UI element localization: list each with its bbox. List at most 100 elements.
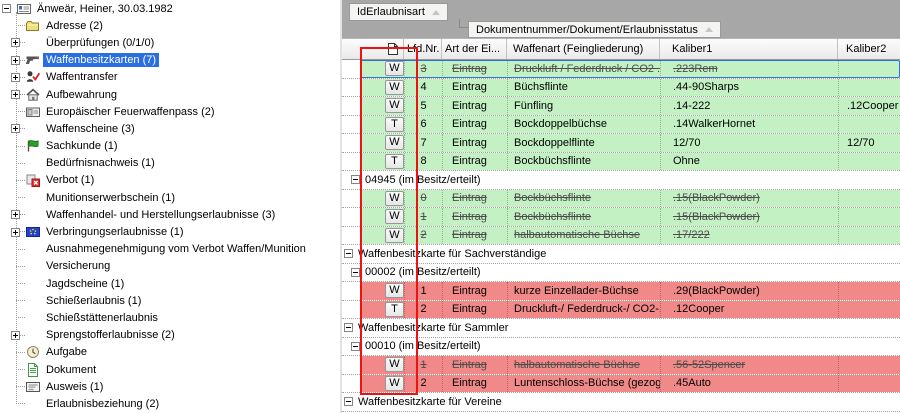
expander-plus-icon[interactable] (11, 90, 20, 99)
row-strip[interactable]: T6EintragBockdoppelbüchse.14WalkerHornet (360, 116, 900, 134)
column-header-lfdnr[interactable]: Lfd.Nr. (404, 39, 442, 59)
tree-item-label[interactable]: Adresse (2) (43, 19, 106, 33)
kaliber1-cell-text: .17/222 (673, 229, 710, 241)
weapon-type-w-button[interactable]: W (385, 135, 404, 150)
weapon-type-w-button[interactable]: W (385, 209, 404, 224)
group-box-dokumentnummer[interactable]: Dokumentnummer/Dokument/Erlaubnisstatus (468, 21, 721, 38)
table-row: T2EintragDruckluft-/ Federdruck-/ CO2-..… (342, 301, 900, 320)
row-strip[interactable]: W3EintragDruckluft / Federdruck / CO2 ..… (360, 60, 900, 78)
tree-item-label[interactable]: Waffenscheine (3) (43, 122, 138, 136)
art-cell: Eintrag (442, 190, 507, 208)
art-cell: Eintrag (442, 356, 507, 374)
weapon-type-t-button[interactable]: T (385, 302, 404, 317)
weapon-type-w-button[interactable]: W (385, 283, 404, 298)
row-strip[interactable]: W2Eintraghalbautomatische Büchse.17/222 (360, 227, 900, 245)
waffenart-cell-text: Druckluft-/ Federdruck-/ CO2-... (514, 303, 660, 315)
record-type-cell: T (360, 153, 404, 171)
kaliber1-cell: .14WalkerHornet (660, 116, 838, 134)
weapon-type-t-button[interactable]: T (385, 117, 404, 132)
expander-plus-icon[interactable] (11, 228, 20, 237)
expander-minus-icon[interactable] (351, 342, 360, 351)
expander-plus-icon[interactable] (11, 56, 20, 65)
row-strip[interactable]: W4EintragBüchsflinte.44-90Sharps (360, 79, 900, 97)
group-row[interactable]: Waffenbesitzkarte für Sachverständige (342, 245, 900, 264)
row-strip[interactable]: T8EintragBockbüchsflinteOhne (360, 153, 900, 171)
expander-slot (11, 210, 22, 219)
tree-item-label[interactable]: Aufgabe (43, 345, 90, 359)
tree-item-label[interactable]: Waffenhandel- und Herstellungserlaubniss… (43, 208, 278, 222)
lfdnr-cell-text: 7 (420, 137, 426, 149)
waffenart-cell-text: halbautomatische Büchse (514, 229, 640, 241)
row-strip[interactable]: W7EintragBockdoppelflinte12/7012/70 (360, 134, 900, 152)
weapon-type-w-button[interactable]: W (385, 191, 404, 206)
tree-item-label[interactable]: Verbot (1) (43, 173, 97, 187)
row-strip[interactable]: W1EintragBockbüchsflinte.15(BlackPowder) (360, 208, 900, 226)
expander-minus-icon[interactable] (344, 323, 353, 332)
weapon-type-w-button[interactable]: W (385, 61, 404, 76)
tree-item: Schießstättenerlaubnis (0, 309, 340, 326)
group-row[interactable]: 00010 (im Besitz/erteilt) (342, 338, 900, 357)
column-header-art[interactable]: Art der Ei... (442, 39, 507, 59)
record-type-cell: T (360, 301, 404, 319)
kaliber2-cell (838, 301, 900, 319)
row-strip[interactable]: W2EintragLuntenschloss-Büchse (gezog....… (360, 375, 900, 393)
expander-plus-icon[interactable] (11, 38, 20, 47)
group-row[interactable]: Waffenbesitzkarte für Sammler (342, 319, 900, 338)
tree-item-label[interactable]: Sachkunde (1) (43, 139, 121, 153)
expander-minus-icon[interactable] (351, 268, 360, 277)
lfdnr-cell-text: 2 (420, 303, 426, 315)
weapon-type-w-button[interactable]: W (385, 228, 404, 243)
tree-item-label[interactable]: Bedürfnisnachweis (1) (43, 156, 158, 170)
weapon-type-w-button[interactable]: W (385, 98, 404, 113)
row-strip[interactable]: W1Eintragkurze Einzellader-Büchse.29(Bla… (360, 282, 900, 300)
row-strip[interactable]: W5EintragFünfling.14-222.12Cooper (360, 97, 900, 115)
expander-minus-icon[interactable] (344, 249, 353, 258)
expander-minus-icon[interactable] (351, 175, 360, 184)
waffenart-cell: Druckluft-/ Federdruck-/ CO2-... (507, 301, 660, 319)
tree-item-label[interactable]: Überprüfungen (0/1/0) (43, 36, 157, 50)
expander-minus-icon[interactable] (344, 397, 353, 406)
tree-item-label[interactable]: Munitionserwerbschein (1) (43, 191, 178, 205)
tree-item-label[interactable]: Erlaubnisbeziehung (2) (43, 397, 162, 411)
row-strip[interactable]: T2EintragDruckluft-/ Federdruck-/ CO2-..… (360, 301, 900, 319)
tree-item-label[interactable]: Sprengstofferlaubnisse (2) (43, 328, 178, 342)
expander-plus-icon[interactable] (11, 73, 20, 82)
weapon-type-w-button[interactable]: W (385, 80, 404, 95)
tree-root-label[interactable]: Änweär, Heiner, 30.03.1982 (34, 2, 176, 16)
group-row[interactable]: Waffenbesitzkarte für Vereine (342, 393, 900, 412)
tree-item-label[interactable]: Dokument (43, 363, 99, 377)
tree-item-label[interactable]: Waffentransfer (43, 70, 121, 84)
record-type-cell: W (360, 97, 404, 115)
expander-plus-icon[interactable] (11, 210, 20, 219)
column-header-record-type[interactable] (382, 39, 404, 59)
expander-plus-icon[interactable] (11, 124, 20, 133)
row-strip[interactable]: W0EintragBockbüchsflinte.15(BlackPowder) (360, 190, 900, 208)
tree-item-label[interactable]: Schießerlaubnis (1) (43, 294, 144, 308)
weapon-type-t-button[interactable]: T (385, 154, 404, 169)
tree-item-label[interactable]: Waffenbesitzkarten (7) (43, 53, 159, 67)
tree-item-label[interactable]: Ausweis (1) (43, 380, 106, 394)
green-flag-icon (22, 138, 43, 154)
row-strip[interactable]: W1Eintraghalbautomatische Büchse.56-52Sp… (360, 356, 900, 374)
weapon-type-w-button[interactable]: W (385, 376, 404, 391)
group-row[interactable]: 04945 (im Besitz/erteilt) (342, 171, 900, 190)
column-header-kaliber1[interactable]: Kaliber1 (660, 39, 838, 59)
expander-plus-icon[interactable] (11, 331, 20, 340)
tree-item-label[interactable]: Jagdscheine (1) (43, 277, 127, 291)
weapon-type-w-button[interactable]: W (385, 357, 404, 372)
tree-item-label[interactable]: Aufbewahrung (43, 88, 120, 102)
tree-item-label[interactable]: Schießstättenerlaubnis (43, 311, 161, 325)
column-header-waffenart[interactable]: Waffenart (Feingliederung) (507, 39, 660, 59)
column-header-kaliber2[interactable]: Kaliber2 (838, 39, 900, 59)
art-cell-text: Eintrag (452, 63, 487, 75)
waffenart-cell: Bockbüchsflinte (507, 208, 660, 226)
tree-item-label[interactable]: Versicherung (43, 259, 113, 273)
tree-root-item: Änweär, Heiner, 30.03.1982 (0, 0, 340, 17)
tree-item-label[interactable]: Ausnahmegenehmigung vom Verbot Waffen/Mu… (43, 242, 309, 256)
tree-item-label[interactable]: Verbringungserlaubnisse (1) (43, 225, 187, 239)
kaliber1-cell: Ohne (660, 153, 838, 171)
group-box-iderlaubnisart[interactable]: IdErlaubnisart (349, 3, 448, 21)
tree-item-label[interactable]: Europäischer Feuerwaffenpass (2) (43, 105, 218, 119)
expander-minus-icon[interactable] (2, 4, 11, 13)
group-row[interactable]: 00002 (im Besitz/erteilt) (342, 264, 900, 283)
